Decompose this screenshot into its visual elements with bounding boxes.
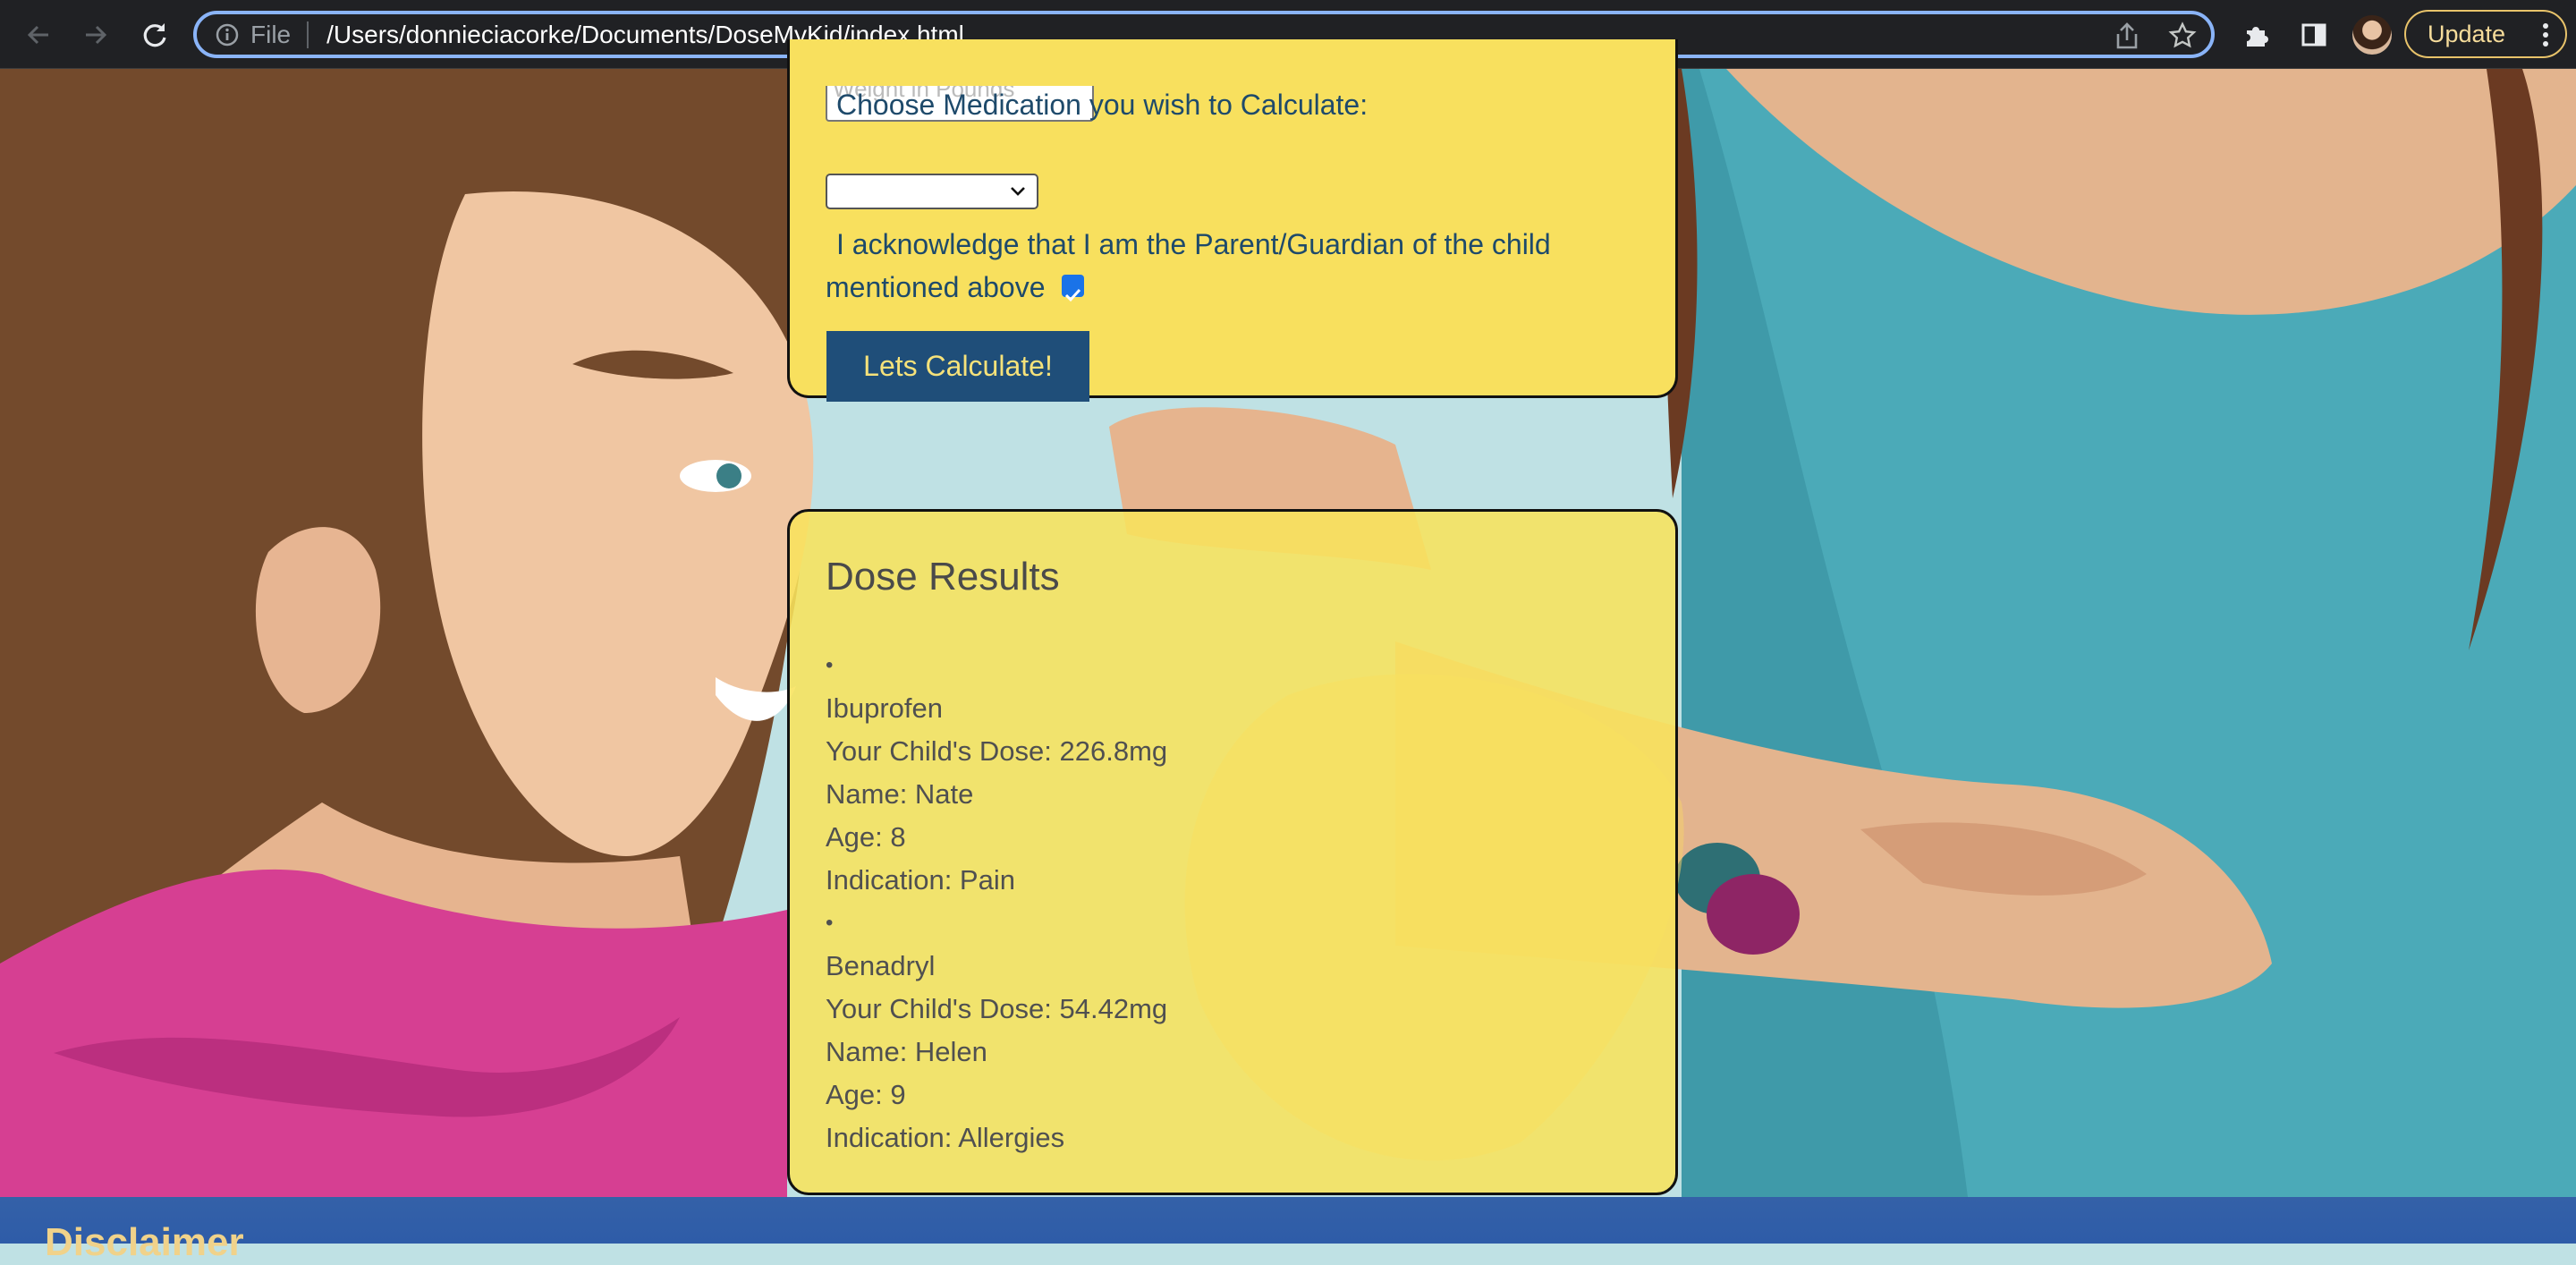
- dose-value: Your Child's Dose: 54.42mg: [826, 993, 1168, 1024]
- share-icon[interactable]: [2111, 20, 2143, 52]
- disclaimer-title: Disclaimer: [45, 1220, 244, 1264]
- list-item: • Benadryl Your Child's Dose: 54.42mg Na…: [826, 902, 1167, 1159]
- bullet: •: [826, 911, 834, 935]
- update-label: Update: [2428, 20, 2506, 47]
- child-age: Age: 9: [826, 1079, 906, 1110]
- arrow-right-icon: [86, 25, 107, 45]
- medication-label: Choose Medication you wish to Calculate:: [836, 89, 1368, 121]
- checkmark-icon: [1064, 289, 1080, 302]
- bullet: •: [826, 653, 834, 677]
- star-icon[interactable]: [2166, 20, 2199, 52]
- list-item: • Ibuprofen Your Child's Dose: 226.8mg N…: [826, 644, 1167, 902]
- disclaimer-footer: Disclaimer: [0, 1197, 2576, 1264]
- reload-icon: [143, 23, 166, 47]
- results-title: Dose Results: [826, 555, 1060, 599]
- medication-name: Ibuprofen: [826, 692, 943, 724]
- dose-value: Your Child's Dose: 226.8mg: [826, 735, 1168, 767]
- avatar[interactable]: [2352, 15, 2392, 55]
- scheme-label: File: [250, 20, 292, 48]
- forward-button[interactable]: [77, 16, 114, 54]
- medication-select[interactable]: [826, 174, 1038, 209]
- acknowledge-label: I acknowledge that I am the Parent/Guard…: [826, 223, 1613, 309]
- arrow-left-icon: [27, 25, 48, 45]
- puzzle-icon[interactable]: [2238, 16, 2275, 54]
- child-name: Name: Helen: [826, 1036, 987, 1067]
- dose-results-card: Dose Results • Ibuprofen Your Child's Do…: [787, 509, 1678, 1195]
- indication: Indication: Allergies: [826, 1122, 1065, 1153]
- acknowledge-text: I acknowledge that I am the Parent/Guard…: [826, 228, 1551, 303]
- back-button[interactable]: [20, 16, 57, 54]
- update-button[interactable]: Update: [2404, 10, 2567, 58]
- more-vert-icon[interactable]: [2542, 22, 2549, 54]
- indication: Indication: Pain: [826, 864, 1015, 896]
- calculate-button[interactable]: Lets Calculate!: [826, 331, 1089, 402]
- chevron-down-icon: [1011, 187, 1025, 196]
- info-icon[interactable]: [213, 21, 242, 49]
- results-list: • Ibuprofen Your Child's Dose: 226.8mg N…: [826, 644, 1167, 1159]
- side-panel-icon[interactable]: [2295, 16, 2333, 54]
- child-age: Age: 8: [826, 821, 906, 853]
- dose-form-card: Weight in Pounds Choose Medication you w…: [787, 39, 1678, 402]
- medication-name: Benadryl: [826, 950, 936, 981]
- reload-button[interactable]: [136, 16, 174, 54]
- divider: [307, 21, 309, 48]
- child-name: Name: Nate: [826, 778, 974, 810]
- acknowledge-checkbox[interactable]: [1061, 275, 1084, 302]
